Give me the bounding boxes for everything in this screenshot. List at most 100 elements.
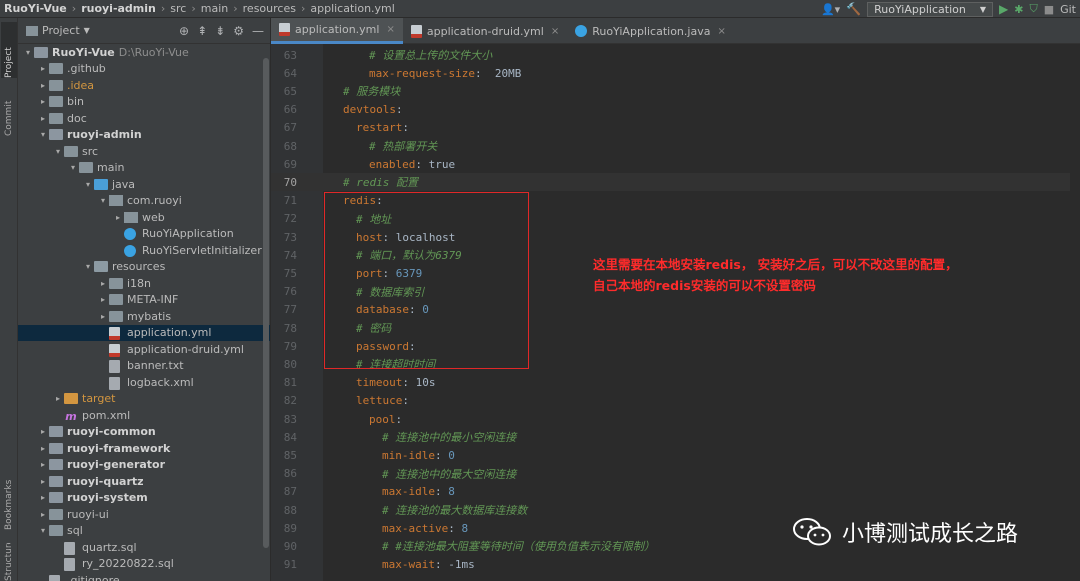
tree-item[interactable]: RuoYiServletInitializer (18, 242, 270, 259)
chevron-down-icon[interactable]: ▾ (37, 526, 49, 535)
chevron-right-icon[interactable]: ▸ (112, 213, 124, 222)
tree-item[interactable]: ▾ ruoyi-admin (18, 127, 270, 144)
tree-item[interactable]: ▾ resources (18, 259, 270, 276)
tree-item[interactable]: ▾ sql (18, 523, 270, 540)
chevron-right-icon[interactable]: ▸ (37, 477, 49, 486)
code-line[interactable]: 66 devtools: (271, 101, 1080, 119)
chevron-right-icon[interactable]: ▸ (37, 81, 49, 90)
chevron-right-icon[interactable]: ▸ (97, 279, 109, 288)
chevron-right-icon[interactable]: ▸ (37, 64, 49, 73)
user-icon[interactable]: 👤▾ (821, 3, 840, 16)
code-line[interactable]: 65 # 服务模块 (271, 82, 1080, 100)
project-panel-title[interactable]: Project (42, 24, 80, 37)
tree-item[interactable]: ▸ doc (18, 110, 270, 127)
chevron-down-icon[interactable]: ▾ (82, 180, 94, 189)
code-line[interactable]: 84 # 连接池中的最小空闲连接 (271, 428, 1080, 446)
tree-item[interactable]: application.yml (18, 324, 270, 341)
coverage-icon[interactable]: ⛉ (1029, 2, 1037, 16)
tree-item[interactable]: .gitignore (18, 572, 270, 581)
chevron-right-icon[interactable]: ▸ (37, 427, 49, 436)
tree-item[interactable]: ry_20220822.sql (18, 556, 270, 573)
chevron-down-icon[interactable]: ▾ (22, 48, 34, 57)
tree-item[interactable]: ▸ target (18, 391, 270, 408)
tab-structure[interactable]: Structure (1, 543, 17, 581)
code-line[interactable]: 63 # 设置总上传的文件大小 (271, 46, 1080, 64)
tree-item[interactable]: ▸ ruoyi-ui (18, 506, 270, 523)
close-icon[interactable]: × (717, 26, 725, 37)
tab-project[interactable]: Project (1, 22, 17, 78)
chevron-right-icon[interactable]: ▸ (97, 312, 109, 321)
chevron-down-icon[interactable]: ▾ (97, 196, 109, 205)
run-icon[interactable]: ▶ (999, 2, 1008, 16)
code-line[interactable]: 85 min-idle: 0 (271, 446, 1080, 464)
tree-item[interactable]: application-druid.yml (18, 341, 270, 358)
tree-item[interactable]: ▸ web (18, 209, 270, 226)
tree-item[interactable]: ▸ ruoyi-common (18, 424, 270, 441)
tab-commit[interactable]: Commit (1, 84, 17, 136)
code-line[interactable]: 70 # redis 配置 (271, 173, 1080, 192)
locate-icon[interactable]: ⊕ (179, 24, 189, 38)
close-icon[interactable]: × (551, 26, 559, 37)
breadcrumb-item[interactable]: ruoyi-admin (77, 2, 160, 15)
tree-item[interactable]: quartz.sql (18, 539, 270, 556)
chevron-right-icon[interactable]: ▸ (37, 460, 49, 469)
chevron-right-icon[interactable]: ▸ (37, 493, 49, 502)
code-line[interactable]: 82 lettuce: (271, 392, 1080, 410)
breadcrumb-item[interactable]: src (166, 2, 190, 15)
build-icon[interactable]: 🔨 (846, 2, 861, 16)
code-line[interactable]: 81 timeout: 10s (271, 374, 1080, 392)
tree-item[interactable]: RuoYiApplication (18, 226, 270, 243)
tree-item[interactable]: ▸ .github (18, 61, 270, 78)
tree-item[interactable]: ▾ main (18, 160, 270, 177)
tree-item[interactable]: ▾ src (18, 143, 270, 160)
tree-item[interactable]: logback.xml (18, 374, 270, 391)
editor-tab[interactable]: RuoYiApplication.java × (567, 18, 734, 44)
code-line[interactable]: 83 pool: (271, 410, 1080, 428)
tree-item[interactable]: ▸ ruoyi-quartz (18, 473, 270, 490)
gear-icon[interactable]: ⚙ (233, 24, 244, 38)
code-line[interactable]: 91 max-wait: -1ms (271, 556, 1080, 574)
close-icon[interactable]: × (386, 24, 394, 35)
chevron-down-icon[interactable]: ▾ (52, 147, 64, 156)
chevron-down-icon[interactable]: ▼ (84, 26, 90, 35)
tree-item[interactable]: ▾ RuoYi-Vue D:\RuoYi-Vue (18, 44, 270, 61)
tree-item[interactable]: ▸ bin (18, 94, 270, 111)
breadcrumb-item[interactable]: main (197, 2, 232, 15)
tree-item[interactable]: ▸ ruoyi-generator (18, 457, 270, 474)
breadcrumb-item[interactable]: application.yml (306, 2, 398, 15)
editor-scrollbar[interactable] (1070, 44, 1080, 581)
code-editor[interactable]: 63 # 设置总上传的文件大小 64 max-request-size: 20MB 65… (271, 44, 1080, 581)
chevron-right-icon[interactable]: ▸ (37, 97, 49, 106)
code-line[interactable]: 67 restart: (271, 119, 1080, 137)
tree-item[interactable]: ▸ mybatis (18, 308, 270, 325)
collapse-all-icon[interactable]: ⇞ (197, 24, 207, 38)
editor-tab[interactable]: application-druid.yml × (403, 18, 567, 44)
tree-item[interactable]: ▾ com.ruoyi (18, 193, 270, 210)
chevron-right-icon[interactable]: ▸ (37, 510, 49, 519)
tree-item[interactable]: ▸ i18n (18, 275, 270, 292)
chevron-down-icon[interactable]: ▾ (82, 262, 94, 271)
code-line[interactable]: 64 max-request-size: 20MB (271, 64, 1080, 82)
editor-tab[interactable]: application.yml × (271, 18, 403, 44)
tree-item[interactable]: ▸ META-INF (18, 292, 270, 309)
chevron-right-icon[interactable]: ▸ (52, 394, 64, 403)
breadcrumb-item[interactable]: resources (239, 2, 300, 15)
tab-bookmarks[interactable]: Bookmarks (1, 464, 17, 530)
tree-item[interactable]: m pom.xml (18, 407, 270, 424)
chevron-down-icon[interactable]: ▾ (67, 163, 79, 172)
git-label[interactable]: Git (1060, 3, 1076, 16)
code-line[interactable]: 68 # 热部署开关 (271, 137, 1080, 155)
tree-item[interactable]: ▾ java (18, 176, 270, 193)
minimize-icon[interactable]: — (252, 24, 264, 38)
stop-icon[interactable]: ■ (1044, 3, 1054, 16)
tree-item[interactable]: ▸ ruoyi-framework (18, 440, 270, 457)
run-config-selector[interactable]: RuoYiApplication ▼ (867, 1, 993, 17)
expand-all-icon[interactable]: ⇟ (215, 24, 225, 38)
chevron-right-icon[interactable]: ▸ (37, 114, 49, 123)
tree-item[interactable]: ▸ .idea (18, 77, 270, 94)
chevron-right-icon[interactable]: ▸ (37, 444, 49, 453)
code-line[interactable]: 69 enabled: true (271, 155, 1080, 173)
code-line[interactable]: 87 max-idle: 8 (271, 483, 1080, 501)
tree-scrollbar[interactable] (263, 58, 269, 548)
debug-icon[interactable]: ✱ (1014, 3, 1023, 16)
